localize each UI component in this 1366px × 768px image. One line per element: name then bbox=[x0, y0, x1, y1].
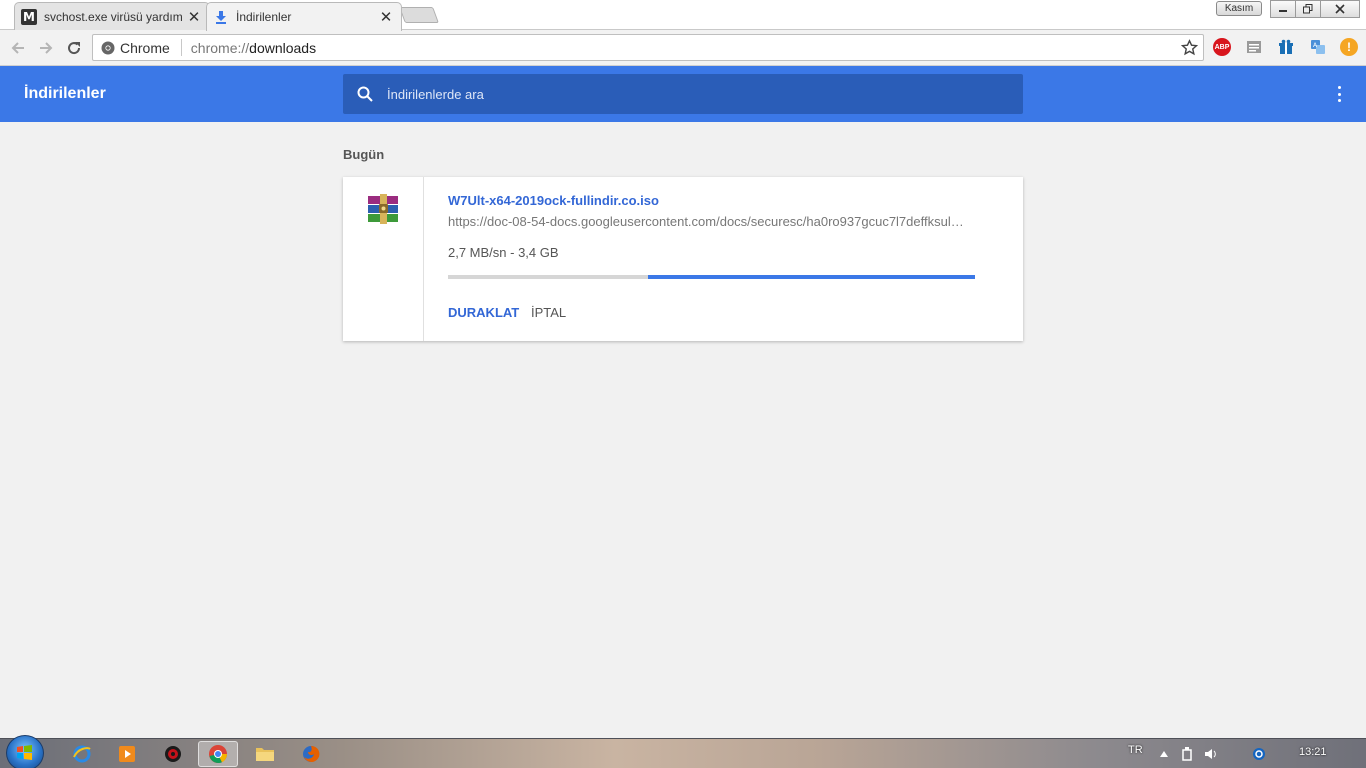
url-text[interactable]: chrome://downloads bbox=[191, 40, 316, 56]
download-icon bbox=[213, 9, 229, 25]
file-icon-column bbox=[343, 177, 424, 341]
internet-explorer-icon[interactable] bbox=[62, 741, 102, 767]
close-icon bbox=[1335, 4, 1345, 14]
start-button[interactable] bbox=[6, 735, 44, 768]
abp-label: ABP bbox=[1214, 43, 1230, 51]
minimize-button[interactable] bbox=[1270, 0, 1296, 18]
volume-icon[interactable] bbox=[1204, 747, 1218, 761]
adblock-plus-icon[interactable]: ABP bbox=[1213, 38, 1231, 56]
bookmark-star-icon[interactable] bbox=[1181, 39, 1198, 56]
cancel-button[interactable]: İPTAL bbox=[531, 305, 566, 320]
antivirus-icon[interactable] bbox=[153, 741, 193, 767]
gift-icon[interactable] bbox=[1277, 38, 1295, 56]
page-title: İndirilenler bbox=[24, 85, 106, 102]
chrome-icon bbox=[101, 41, 115, 54]
file-name-link[interactable]: W7Ult-x64-2019ock-fullindir.co.iso bbox=[448, 193, 659, 208]
tab-svchost[interactable]: M svchost.exe virüsü yardım ✕ bbox=[14, 2, 210, 30]
downloads-header: İndirilenler bbox=[0, 66, 1366, 122]
close-tab-icon[interactable]: ✕ bbox=[187, 8, 201, 26]
system-clock[interactable]: 13:21 bbox=[1299, 746, 1327, 758]
show-hidden-icons-icon[interactable] bbox=[1157, 747, 1171, 761]
progress-fill bbox=[648, 275, 975, 279]
firefox-icon[interactable] bbox=[291, 741, 331, 767]
date-section-label: Bugün bbox=[343, 147, 385, 162]
site-chip[interactable]: Chrome bbox=[101, 40, 170, 56]
tab-strip: M svchost.exe virüsü yardım ✕ İndirilenl… bbox=[0, 0, 1366, 31]
source-url[interactable]: https://doc-08-54-docs.googleusercontent… bbox=[448, 214, 978, 229]
search-input[interactable] bbox=[387, 86, 987, 102]
download-item: W7Ult-x64-2019ock-fullindir.co.iso https… bbox=[343, 177, 1023, 341]
reload-icon bbox=[68, 42, 81, 55]
download-status: 2,7 MB/sn - 3,4 GB bbox=[448, 245, 559, 260]
windows-taskbar: TR 13:21 bbox=[0, 735, 1366, 768]
forward-button[interactable] bbox=[36, 38, 56, 58]
language-indicator[interactable]: TR bbox=[1128, 744, 1143, 756]
warning-label: ! bbox=[1347, 40, 1351, 54]
warning-icon[interactable]: ! bbox=[1340, 38, 1358, 56]
media-player-icon[interactable] bbox=[107, 741, 147, 767]
sync-tray-icon[interactable] bbox=[1252, 747, 1266, 761]
restore-icon bbox=[1303, 4, 1313, 14]
arrow-right-icon bbox=[40, 42, 53, 54]
profile-button[interactable]: Kasım bbox=[1216, 1, 1262, 16]
url-scheme: chrome:// bbox=[190, 39, 250, 56]
more-options-icon[interactable] bbox=[1334, 86, 1344, 102]
url-path: downloads bbox=[249, 39, 317, 56]
progress-bar bbox=[448, 275, 975, 279]
back-button[interactable] bbox=[8, 38, 28, 58]
search-icon bbox=[357, 86, 373, 102]
medium-m-icon: M bbox=[21, 8, 37, 25]
winrar-archive-icon bbox=[368, 194, 398, 224]
omnibox-divider bbox=[180, 39, 182, 56]
chrome-taskbar-icon[interactable] bbox=[198, 741, 238, 767]
address-bar[interactable]: Chrome chrome://downloads bbox=[92, 34, 1204, 61]
minimize-icon bbox=[1279, 10, 1287, 12]
browser-toolbar: Chrome chrome://downloads ABP A ! bbox=[0, 30, 1366, 66]
downloads-search[interactable] bbox=[343, 74, 1023, 114]
tab-downloads[interactable]: İndirilenler ✕ bbox=[206, 2, 402, 31]
reader-icon[interactable] bbox=[1245, 38, 1263, 56]
tab-title: İndirilenler bbox=[236, 10, 292, 24]
power-icon[interactable] bbox=[1180, 747, 1194, 761]
translate-icon[interactable]: A bbox=[1309, 38, 1327, 56]
reload-button[interactable] bbox=[64, 38, 84, 58]
close-window-button[interactable] bbox=[1320, 0, 1360, 18]
close-tab-icon[interactable]: ✕ bbox=[379, 8, 393, 26]
arrow-left-icon bbox=[11, 42, 24, 54]
explorer-folder-icon[interactable] bbox=[245, 741, 285, 767]
site-label: Chrome bbox=[120, 39, 170, 56]
tab-title: svchost.exe virüsü yardım bbox=[44, 9, 183, 24]
windows-logo-icon bbox=[17, 745, 32, 760]
pause-button[interactable]: DURAKLAT bbox=[448, 305, 519, 320]
restore-button[interactable] bbox=[1295, 0, 1321, 18]
new-tab-button[interactable] bbox=[399, 7, 439, 23]
